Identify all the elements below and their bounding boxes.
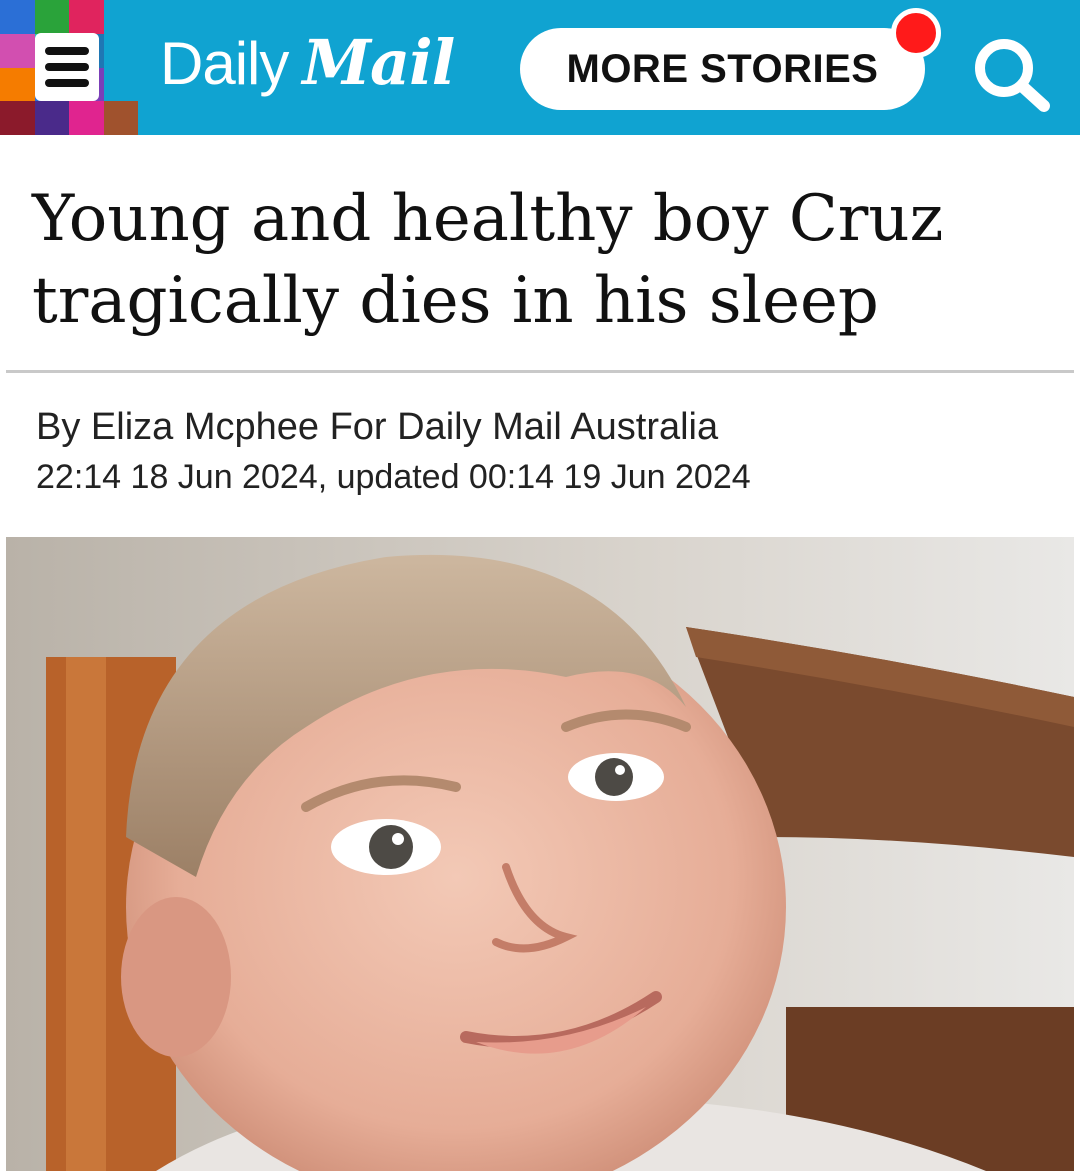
search-icon[interactable] xyxy=(968,36,1054,112)
mosaic-tile xyxy=(0,33,35,68)
logo-mail-text: Mail xyxy=(302,26,455,99)
article-headline: Young and healthy boy Cruz tragically di… xyxy=(32,182,944,338)
mosaic-tile xyxy=(103,67,138,102)
mosaic-tile xyxy=(103,0,138,34)
notification-dot xyxy=(891,8,941,58)
mosaic-tile xyxy=(69,0,104,34)
article-photo[interactable] xyxy=(6,537,1074,1171)
mosaic-tile xyxy=(103,101,138,135)
search-button[interactable] xyxy=(968,36,1054,112)
mosaic-tile xyxy=(0,0,35,34)
divider xyxy=(6,370,1074,373)
daily-mail-logo[interactable]: Daily Mail xyxy=(160,26,455,106)
menu-line xyxy=(45,47,89,55)
mosaic-tile xyxy=(103,33,138,68)
mosaic-tile xyxy=(0,67,35,102)
article-dateline: 22:14 18 Jun 2024, updated 00:14 19 Jun … xyxy=(36,458,751,496)
logo-daily-text: Daily xyxy=(160,30,289,97)
mosaic-tile xyxy=(34,0,69,34)
mosaic-tile xyxy=(34,101,69,135)
article-byline[interactable]: By Eliza Mcphee For Daily Mail Australia xyxy=(36,406,718,449)
site-header: Daily Mail MORE STORIES xyxy=(0,0,1080,135)
menu-line xyxy=(45,63,89,71)
menu-button[interactable] xyxy=(0,0,138,135)
mosaic-tile xyxy=(69,101,104,135)
menu-icon[interactable] xyxy=(35,33,99,101)
menu-line xyxy=(45,79,89,87)
mosaic-tile xyxy=(0,101,35,135)
more-stories-button[interactable]: MORE STORIES xyxy=(520,28,925,110)
boy-portrait-image xyxy=(6,537,1074,1171)
